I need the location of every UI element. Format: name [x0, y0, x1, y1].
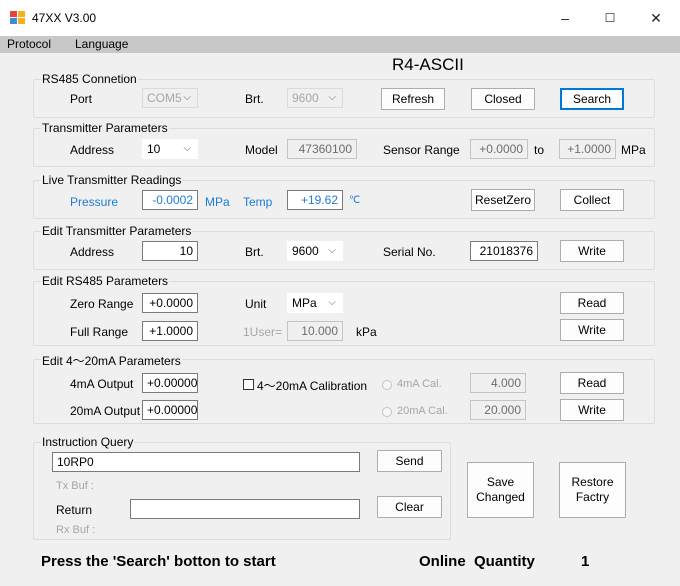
sensor-range-max-field: +1.0000 [559, 139, 616, 159]
edit-address-label: Address [70, 245, 115, 259]
edit-address-field[interactable]: 10 [142, 241, 198, 261]
full-range-field[interactable]: +1.0000 [142, 321, 198, 341]
minimize-button[interactable]: – [543, 4, 587, 32]
menu-protocol[interactable]: Protocol [7, 37, 51, 51]
port-label: Port [70, 92, 93, 106]
ma4-output-field[interactable]: +0.00000 [142, 373, 198, 393]
status-message: Press the 'Search' botton to start [41, 553, 276, 570]
serial-no-label: Serial No. [383, 245, 436, 259]
instruction-query-title: Instruction Query [41, 435, 135, 449]
collect-button[interactable]: Collect [560, 189, 624, 211]
chevron-down-icon: ⌵ [183, 143, 191, 154]
sensor-range-unit: MPa [621, 143, 646, 157]
brt-label: Brt. [245, 92, 264, 106]
ma20-output-field[interactable]: +0.00000 [142, 400, 198, 420]
return-label: Return [56, 503, 93, 517]
restore-factry-line1: Restore [571, 475, 614, 489]
unit-label: Unit [245, 297, 267, 311]
sensor-range-min-field: +0.0000 [470, 139, 528, 159]
restore-factry-button[interactable]: Restore Factry [559, 462, 626, 518]
mode-label: R4-ASCII [392, 55, 464, 74]
pressure-label: Pressure [70, 195, 119, 209]
close-button[interactable]: ✕ [634, 4, 678, 32]
window-title: 47XX V3.00 [32, 11, 97, 25]
sensor-range-label: Sensor Range [383, 143, 460, 157]
pressure-unit: MPa [205, 195, 230, 209]
edit-transmitter-write-button[interactable]: Write [560, 240, 624, 262]
serial-no-field[interactable]: 21018376 [470, 241, 538, 261]
restore-factry-line2: Factry [575, 490, 610, 504]
unit-select[interactable]: MPa ⌵ [287, 293, 343, 313]
calibration-label: 4～20mA Calibration [257, 379, 368, 393]
live-readings-title: Live Transmitter Readings [41, 173, 183, 187]
ma4-output-label: 4mA Output [70, 377, 134, 391]
maximize-button[interactable]: ☐ [588, 4, 632, 32]
edit-ma-title: Edit 4～20mA Parameters [41, 352, 182, 369]
pressure-field: -0.0002 [142, 190, 198, 210]
user-unit: kPa [356, 325, 377, 339]
edit-ma-write-button[interactable]: Write [560, 399, 624, 421]
menu-language[interactable]: Language [75, 37, 128, 51]
temp-field: +19.62 [287, 190, 343, 210]
rx-buf-label: Rx Buf : [56, 524, 96, 536]
transmitter-parameters-title: Transmitter Parameters [41, 121, 169, 135]
quantity-label: Quantity [474, 553, 535, 570]
edit-rs485-title: Edit RS485 Parameters [41, 274, 170, 288]
temp-label: Temp [243, 195, 273, 209]
chevron-down-icon: ⌵ [183, 92, 191, 103]
clear-button[interactable]: Clear [377, 496, 442, 518]
ma20-output-label: 20mA Output [70, 404, 141, 418]
edit-brt-label: Brt. [245, 245, 264, 259]
user-label: 1User= [243, 325, 283, 339]
command-input[interactable]: 10RP0 [52, 452, 360, 472]
online-label: Online [419, 553, 466, 570]
address-select[interactable]: 10 ⌵ [142, 139, 198, 159]
edit-ma-read-button[interactable]: Read [560, 372, 624, 394]
model-label: Model [245, 143, 278, 157]
zero-range-field[interactable]: +0.0000 [142, 293, 198, 313]
temp-unit: ℃ [349, 195, 361, 206]
ma4-cal-field: 4.000 [470, 373, 526, 393]
ma4-cal-radio[interactable] [382, 380, 392, 390]
rs485-connection-title: RS485 Connetion [41, 72, 138, 86]
app-window-icon [10, 11, 26, 25]
calibration-checkbox[interactable] [243, 379, 254, 390]
edit-brt-select[interactable]: 9600 ⌵ [287, 241, 343, 261]
quantity-value: 1 [581, 553, 590, 570]
address-label: Address [70, 143, 115, 157]
chevron-down-icon: ⌵ [328, 245, 336, 256]
reset-zero-button[interactable]: ResetZero [471, 189, 535, 211]
ma20-cal-label: 20mA Cal. [397, 405, 448, 417]
brt-select[interactable]: 9600 ⌵ [287, 88, 343, 108]
ma4-cal-label: 4mA Cal. [397, 378, 442, 390]
edit-rs485-write-button[interactable]: Write [560, 319, 624, 341]
port-select[interactable]: COM5 ⌵ [142, 88, 198, 108]
chevron-down-icon: ⌵ [328, 297, 336, 308]
save-changed-button[interactable]: Save Changed [467, 462, 534, 518]
edit-rs485-read-button[interactable]: Read [560, 292, 624, 314]
tx-buf-label: Tx Buf : [56, 480, 94, 492]
edit-transmitter-title: Edit Transmitter Parameters [41, 224, 193, 238]
return-field[interactable] [130, 499, 360, 519]
save-changed-line1: Save [486, 475, 515, 489]
model-field: 47360100 [287, 139, 357, 159]
save-changed-line2: Changed [476, 490, 525, 504]
to-label: to [534, 143, 545, 157]
send-button[interactable]: Send [377, 450, 442, 472]
user-field: 10.000 [287, 321, 343, 341]
ma20-cal-radio[interactable] [382, 407, 392, 417]
refresh-button[interactable]: Refresh [381, 88, 445, 110]
search-button[interactable]: Search [560, 88, 624, 110]
closed-button[interactable]: Closed [471, 88, 535, 110]
zero-range-label: Zero Range [70, 297, 134, 311]
ma20-cal-field: 20.000 [470, 400, 526, 420]
full-range-label: Full Range [70, 325, 129, 339]
chevron-down-icon: ⌵ [328, 92, 336, 103]
